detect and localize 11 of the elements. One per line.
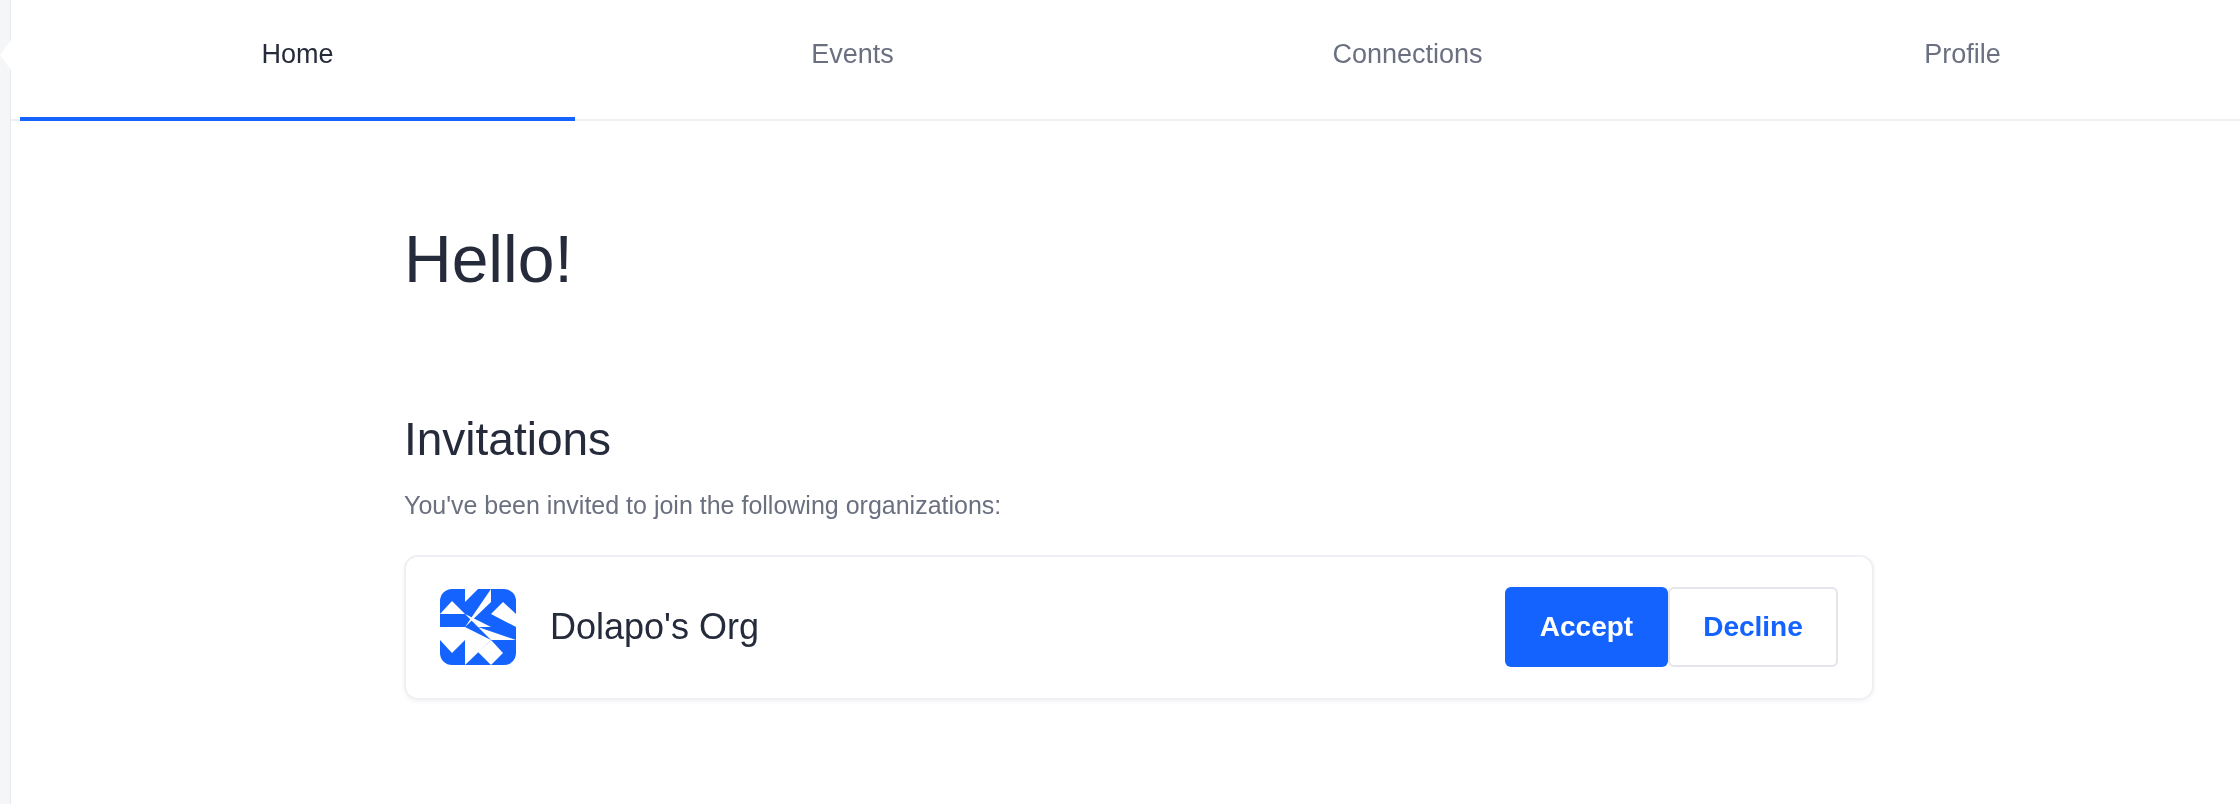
accept-button[interactable]: Accept [1505, 587, 1668, 667]
decline-button[interactable]: Decline [1668, 587, 1838, 667]
nav-tab[interactable]: Events [575, 0, 1130, 121]
section-title: Invitations [404, 412, 613, 467]
greeting-heading: Hello! [404, 221, 574, 297]
nav-tab[interactable]: Connections [1130, 0, 1685, 121]
org-name: Dolapo's Org [550, 605, 759, 649]
nav-tab[interactable]: Profile [1685, 0, 2240, 121]
org-logo-icon [440, 589, 516, 665]
nav-tab[interactable]: Home [20, 0, 575, 121]
section-description: You've been invited to join the following organizations: [404, 490, 1003, 521]
